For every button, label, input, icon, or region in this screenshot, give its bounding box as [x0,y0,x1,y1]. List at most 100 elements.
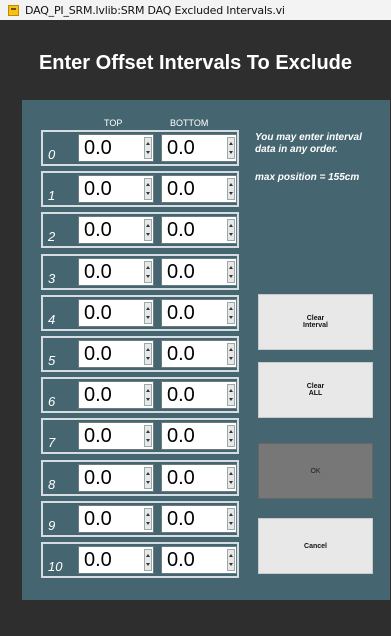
bottom-value-control[interactable]: 0.0 [161,422,237,451]
increment-icon[interactable] [146,430,150,434]
top-spinner[interactable] [144,466,152,489]
decrement-icon[interactable] [146,480,150,484]
top-value-control[interactable]: 0.0 [78,546,154,574]
decrement-icon[interactable] [229,357,233,360]
top-value-control[interactable]: 0.0 [78,422,154,451]
top-spinner[interactable] [144,137,152,159]
bottom-value[interactable]: 0.0 [167,508,195,531]
decrement-icon[interactable] [229,151,233,154]
top-value-control[interactable]: 0.0 [78,298,154,327]
top-spinner[interactable] [144,425,152,448]
bottom-spinner[interactable] [227,384,235,407]
increment-icon[interactable] [146,554,150,557]
top-spinner[interactable] [144,219,152,242]
top-spinner[interactable] [144,301,152,324]
top-spinner[interactable] [144,260,152,283]
increment-icon[interactable] [229,306,233,310]
increment-icon[interactable] [146,142,150,145]
bottom-value[interactable]: 0.0 [167,425,195,448]
increment-icon[interactable] [146,224,150,228]
increment-icon[interactable] [229,554,233,557]
decrement-icon[interactable] [229,398,233,402]
bottom-value[interactable]: 0.0 [167,261,195,284]
top-spinner[interactable] [144,343,152,365]
top-value-control[interactable]: 0.0 [78,381,154,410]
decrement-icon[interactable] [229,233,233,237]
bottom-value[interactable]: 0.0 [167,384,195,407]
bottom-spinner[interactable] [227,137,235,159]
decrement-icon[interactable] [146,274,150,278]
bottom-value[interactable]: 0.0 [167,137,195,160]
bottom-spinner[interactable] [227,343,235,365]
bottom-spinner[interactable] [227,466,235,489]
increment-icon[interactable] [229,430,233,434]
top-value-control[interactable]: 0.0 [78,340,154,368]
increment-icon[interactable] [229,471,233,475]
decrement-icon[interactable] [229,521,233,525]
increment-icon[interactable] [229,183,233,187]
bottom-value-control[interactable]: 0.0 [161,504,237,533]
decrement-icon[interactable] [229,439,233,443]
decrement-icon[interactable] [229,480,233,484]
decrement-icon[interactable] [229,274,233,278]
increment-icon[interactable] [146,306,150,310]
top-spinner[interactable] [144,507,152,530]
top-value[interactable]: 0.0 [84,137,112,160]
bottom-value-control[interactable]: 0.0 [161,463,237,492]
top-value[interactable]: 0.0 [84,508,112,531]
increment-icon[interactable] [229,224,233,228]
decrement-icon[interactable] [146,563,150,566]
top-value[interactable]: 0.0 [84,425,112,448]
bottom-value[interactable]: 0.0 [167,343,195,366]
ok-button[interactable]: OK [258,443,373,499]
top-spinner[interactable] [144,384,152,407]
bottom-value[interactable]: 0.0 [167,178,195,201]
top-value-control[interactable]: 0.0 [78,216,154,245]
bottom-value-control[interactable]: 0.0 [161,546,237,574]
decrement-icon[interactable] [146,357,150,360]
increment-icon[interactable] [229,512,233,516]
top-value-control[interactable]: 0.0 [78,134,154,162]
top-spinner[interactable] [144,178,152,201]
top-value-control[interactable]: 0.0 [78,504,154,533]
bottom-spinner[interactable] [227,219,235,242]
cancel-button[interactable]: Cancel [258,518,373,574]
bottom-spinner[interactable] [227,425,235,448]
bottom-value-control[interactable]: 0.0 [161,340,237,368]
increment-icon[interactable] [146,348,150,351]
bottom-spinner[interactable] [227,507,235,530]
bottom-value-control[interactable]: 0.0 [161,381,237,410]
bottom-spinner[interactable] [227,178,235,201]
increment-icon[interactable] [146,389,150,393]
decrement-icon[interactable] [146,192,150,196]
bottom-value-control[interactable]: 0.0 [161,298,237,327]
increment-icon[interactable] [229,389,233,393]
top-value[interactable]: 0.0 [84,261,112,284]
bottom-value[interactable]: 0.0 [167,302,195,325]
top-value-control[interactable]: 0.0 [78,463,154,492]
top-value[interactable]: 0.0 [84,384,112,407]
increment-icon[interactable] [146,183,150,187]
decrement-icon[interactable] [146,398,150,402]
bottom-value-control[interactable]: 0.0 [161,175,237,204]
top-value[interactable]: 0.0 [84,549,112,572]
bottom-spinner[interactable] [227,549,235,571]
bottom-value-control[interactable]: 0.0 [161,134,237,162]
bottom-value[interactable]: 0.0 [167,467,195,490]
decrement-icon[interactable] [229,315,233,319]
increment-icon[interactable] [229,265,233,269]
bottom-spinner[interactable] [227,260,235,283]
bottom-value-control[interactable]: 0.0 [161,216,237,245]
clear-all-button[interactable]: Clear ALL [258,362,373,418]
decrement-icon[interactable] [146,439,150,443]
increment-icon[interactable] [229,348,233,351]
decrement-icon[interactable] [146,233,150,237]
top-value[interactable]: 0.0 [84,178,112,201]
top-value[interactable]: 0.0 [84,343,112,366]
clear-interval-button[interactable]: Clear Interval [258,294,373,350]
decrement-icon[interactable] [146,151,150,154]
decrement-icon[interactable] [229,192,233,196]
increment-icon[interactable] [146,471,150,475]
bottom-value[interactable]: 0.0 [167,219,195,242]
top-value[interactable]: 0.0 [84,467,112,490]
